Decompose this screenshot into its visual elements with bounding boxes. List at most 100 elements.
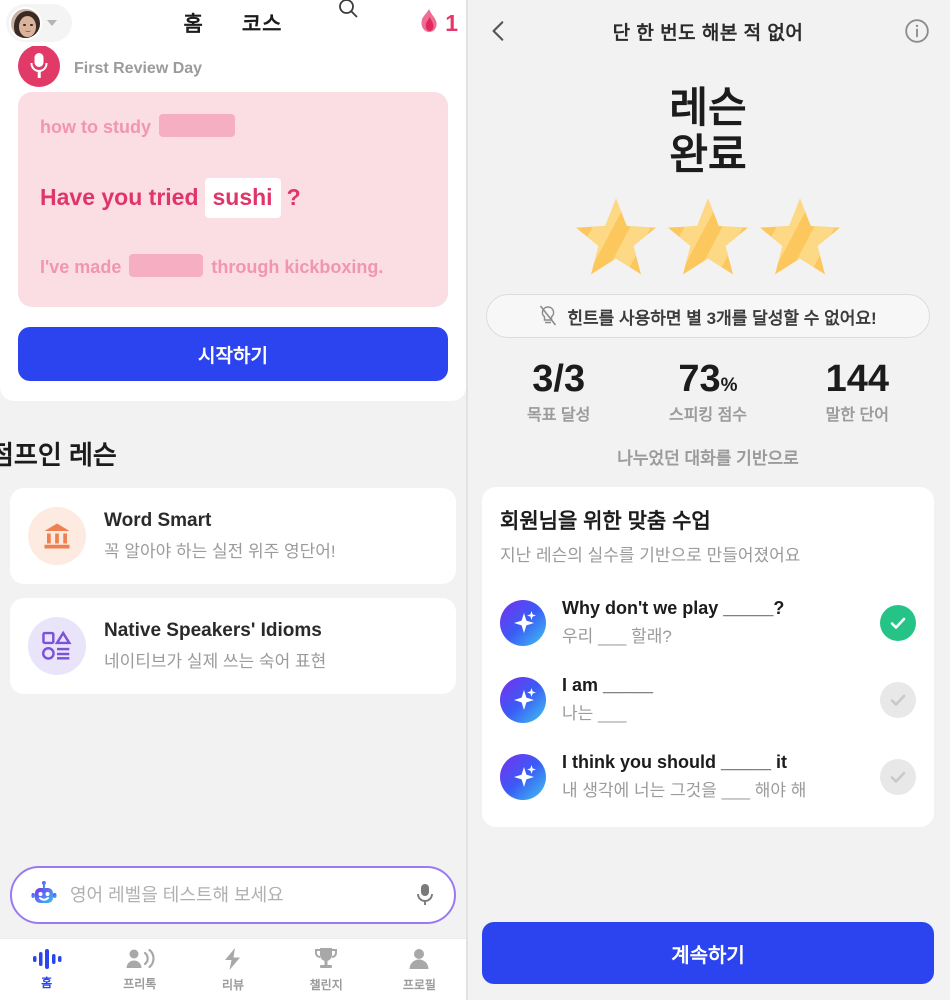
blank-placeholder — [159, 114, 236, 137]
right-header: 단 한 번도 해본 적 없어 — [468, 0, 948, 62]
lesson-title: Native Speakers' Idioms — [104, 620, 322, 642]
star-icon — [576, 198, 656, 275]
phrase-line-bottom: I've made through kickboxing. — [40, 253, 426, 282]
streak-count: 1 — [445, 9, 458, 36]
hint-text: 힌트를 사용하면 별 3개를 달성할 수 없어요! — [567, 308, 877, 328]
list-item-english: I am _____ — [562, 675, 654, 696]
lesson-complete-title: 레슨 완료 — [468, 84, 948, 178]
stat-goal: 3/3 목표 달성 — [508, 360, 609, 426]
app-screen: 홈 코스 1 First Review Day how to study Hav… — [0, 0, 950, 1000]
continue-button[interactable]: 계속하기 — [482, 922, 934, 984]
custom-card-title: 회원님을 위한 맞춤 수업 — [500, 510, 711, 534]
phrase-line-main: Have you tried sushi ? — [40, 177, 426, 218]
star-rating — [468, 196, 948, 276]
left-scroll-area: First Review Day how to study Have you t… — [0, 46, 466, 856]
waveform-icon — [32, 948, 62, 969]
trophy-icon — [315, 947, 338, 968]
stat-words-spoken: 144 말한 단어 — [807, 360, 908, 426]
nav-item-challenge[interactable]: 챌린지 — [280, 939, 373, 1000]
section-title-jumpin: 점프인 레슨 — [0, 440, 117, 471]
list-item-texts: Why don't we play _____? 우리 ___ 할래? — [562, 598, 864, 647]
star-icon — [668, 198, 748, 275]
list-item-korean: 나는 ___ — [562, 704, 627, 724]
robot-icon — [31, 881, 57, 903]
phrase-line-top: how to study — [40, 114, 426, 142]
stat-label: 스피킹 점수 — [668, 407, 748, 425]
lesson-card-word-smart[interactable]: Word Smart 꼭 알아야 하는 실전 위주 영단어! — [10, 488, 456, 585]
nav-label: 리뷰 — [221, 977, 245, 992]
search-input[interactable] — [70, 884, 402, 906]
list-item-korean: 내 생각에 너는 그것을 ___ 해야 해 — [562, 781, 807, 801]
star-icon — [760, 198, 840, 275]
check-circle-icon — [880, 681, 916, 718]
list-item-english: Why don't we play _____? — [562, 598, 785, 619]
start-button[interactable]: 시작하기 — [18, 327, 448, 382]
lesson-subtitle: 네이티브가 실제 쓰는 숙어 표현 — [104, 652, 327, 672]
streak-badge[interactable]: 1 — [416, 8, 458, 38]
list-item[interactable]: I think you should _____ it 내 생각에 너는 그것을… — [500, 738, 916, 815]
sparkle-icon — [500, 599, 546, 646]
nav-item-review[interactable]: 리뷰 — [186, 939, 279, 1000]
microphone-icon[interactable] — [414, 882, 436, 908]
lightning-icon — [225, 947, 240, 970]
custom-card-subtitle: 지난 레슨의 실수를 기반으로 만들어졌어요 — [500, 546, 801, 566]
stat-value: 73 — [678, 358, 721, 401]
custom-lesson-list: Why don't we play _____? 우리 ___ 할래? I am… — [500, 584, 916, 815]
sparkle-icon — [500, 753, 546, 800]
phrase-bottom-prefix: I've made — [40, 256, 122, 277]
level-test-search-bar[interactable] — [10, 866, 456, 924]
page-title: 단 한 번도 해본 적 없어 — [612, 22, 804, 44]
profile-chip[interactable] — [6, 4, 72, 42]
review-day-label: First Review Day — [74, 60, 203, 77]
chevron-down-icon[interactable] — [47, 20, 57, 26]
left-header: 홈 코스 1 — [0, 0, 466, 46]
bottom-navigation: 홈 프리톡 리뷰 챌린지 프로필 — [0, 938, 466, 1000]
lesson-texts: Native Speakers' Idioms 네이티브가 실제 쓰는 숙어 표… — [104, 620, 326, 672]
nav-label: 홈 — [41, 975, 53, 990]
list-item-texts: I am _____ 나는 ___ — [562, 675, 864, 724]
phrase-main-word: sushi — [204, 177, 281, 218]
nav-item-freetalk[interactable]: 프리톡 — [93, 939, 186, 1000]
lightbulb-off-icon — [540, 305, 557, 326]
nav-item-home[interactable]: 홈 — [0, 939, 93, 1000]
list-item-texts: I think you should _____ it 내 생각에 너는 그것을… — [562, 752, 864, 801]
tab-course[interactable]: 코스 — [242, 8, 283, 44]
left-panel-home: 홈 코스 1 First Review Day how to study Hav… — [0, 0, 468, 1000]
stat-label: 말한 단어 — [825, 407, 889, 425]
tab-home[interactable]: 홈 — [184, 8, 204, 44]
stat-unit: % — [720, 375, 738, 397]
search-bar-container — [0, 856, 466, 938]
phrase-main-suffix: ? — [286, 183, 301, 210]
sparkle-icon — [500, 676, 546, 723]
search-icon[interactable] — [336, 0, 360, 20]
stat-value: 3/3 — [532, 358, 586, 401]
chevron-left-icon[interactable] — [486, 18, 512, 44]
based-on-caption: 나누었던 대화를 기반으로 — [617, 449, 799, 469]
lesson-subtitle: 꼭 알아야 하는 실전 위주 영단어! — [104, 542, 336, 562]
info-circle-icon[interactable] — [904, 18, 930, 44]
continue-button-container: 계속하기 — [468, 908, 948, 1000]
list-item[interactable]: I am _____ 나는 ___ — [500, 661, 916, 738]
shapes-list-icon — [28, 617, 86, 676]
lesson-title: Word Smart — [104, 510, 212, 532]
person-speaking-icon — [126, 948, 155, 968]
avatar[interactable] — [9, 6, 42, 40]
check-circle-icon — [880, 604, 916, 641]
stat-value: 144 — [825, 358, 890, 401]
list-item[interactable]: Why don't we play _____? 우리 ___ 할래? — [500, 584, 916, 661]
phrase-bottom-mid: through — [211, 256, 280, 277]
review-phrase-box: how to study Have you tried sushi ? I've… — [18, 92, 448, 308]
person-icon — [409, 948, 429, 969]
flame-icon — [421, 9, 437, 32]
right-panel-lesson-complete: 단 한 번도 해본 적 없어 레슨 완료 힌트를 사용하면 별 3개를 달성할 … — [468, 0, 948, 1000]
lesson-stats: 3/3 목표 달성 73% 스피킹 점수 144 말한 단어 — [468, 360, 948, 426]
phrase-top-prefix: how to study — [40, 117, 151, 137]
blank-placeholder — [129, 253, 204, 277]
nav-label: 챌린지 — [309, 977, 343, 992]
list-item-korean: 우리 ___ 할래? — [562, 627, 672, 647]
phrase-main-prefix: Have you tried — [40, 183, 199, 210]
lesson-card-idioms[interactable]: Native Speakers' Idioms 네이티브가 실제 쓰는 숙어 표… — [10, 598, 456, 695]
nav-item-profile[interactable]: 프로필 — [373, 939, 466, 1000]
stat-speaking-score: 73% 스피킹 점수 — [657, 360, 758, 426]
microphone-icon — [18, 46, 60, 87]
